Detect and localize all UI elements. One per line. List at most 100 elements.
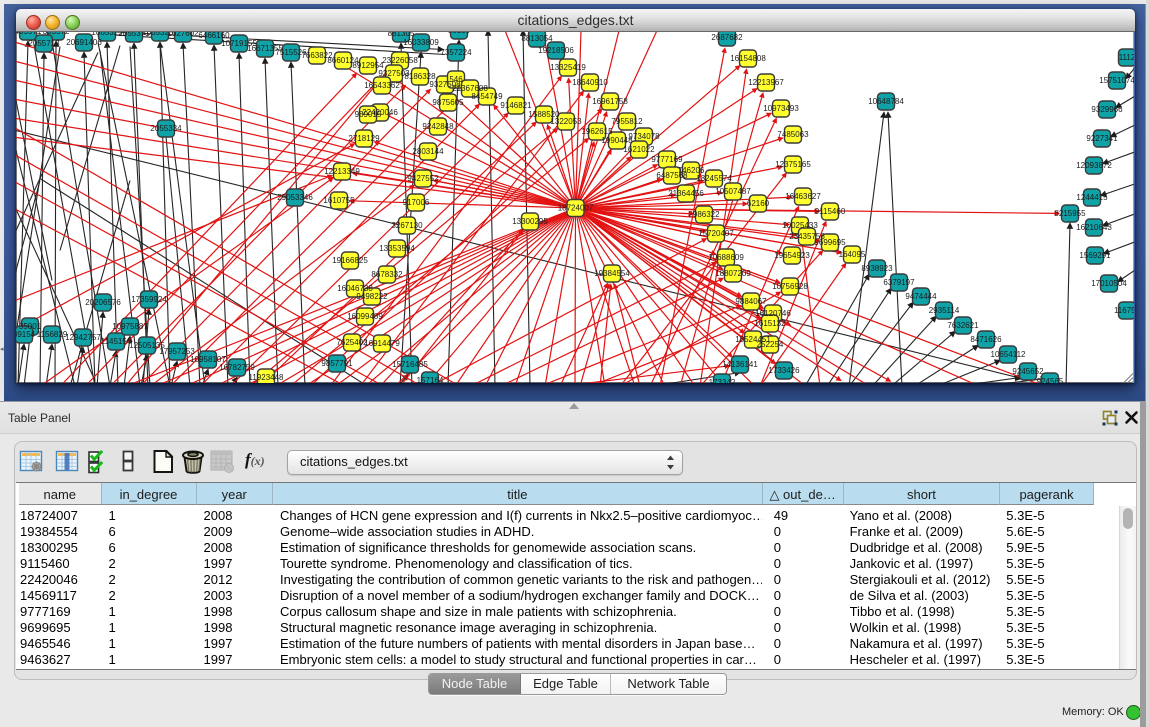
svg-text:1322053: 1322053 [550,117,582,126]
svg-text:21364456: 21364456 [668,189,704,198]
svg-text:1610755: 1610755 [323,196,355,205]
svg-text:16120746: 16120746 [755,309,791,318]
svg-text:7485063: 7485063 [777,130,809,139]
svg-text:917006: 917006 [403,198,430,207]
svg-text:10654112: 10654112 [991,350,1027,359]
svg-text:2935114: 2935114 [929,306,960,315]
svg-text:11923448: 11923448 [249,373,285,382]
svg-text:16154808: 16154808 [730,54,766,63]
svg-text:9884067: 9884067 [735,297,767,306]
svg-text:62160: 62160 [747,199,770,208]
svg-text:13353594: 13353594 [379,244,415,253]
svg-text:15720407: 15720407 [698,229,734,238]
svg-text:9857791: 9857791 [321,359,353,368]
svg-text:405571: 405571 [16,32,42,36]
svg-text:29053346: 29053346 [277,193,313,202]
svg-text:18724007: 18724007 [558,204,594,213]
svg-text:8454749: 8454749 [471,92,503,101]
svg-text:12942757: 12942757 [65,333,101,342]
svg-text:14136141: 14136141 [722,360,758,369]
svg-text:9427552: 9427552 [407,174,439,183]
svg-text:157164: 157164 [417,376,444,383]
svg-text:2055713: 2055713 [28,39,60,48]
svg-text:8813054: 8813054 [521,34,553,43]
svg-text:2687682: 2687682 [711,33,743,42]
svg-text:10507487: 10507487 [715,187,751,196]
svg-text:8215955: 8215955 [1054,209,1086,218]
svg-text:9498222: 9498222 [356,292,388,301]
svg-text:9227341: 9227341 [1086,134,1118,143]
svg-text:164095: 164095 [839,250,866,259]
svg-text:23226058: 23226058 [382,56,418,65]
svg-text:1527602: 1527602 [167,32,199,38]
svg-text:18245574: 18245574 [696,174,732,183]
svg-text:173342: 173342 [709,378,736,383]
svg-text:16961758: 16961758 [592,97,628,106]
svg-text:8678332: 8678332 [371,270,403,279]
svg-text:3267130: 3267130 [391,221,423,230]
svg-text:1145154: 1145154 [101,337,132,346]
svg-text:9734078: 9734078 [628,132,660,141]
svg-text:10756928: 10756928 [772,282,808,291]
svg-text:9777169: 9777169 [651,155,683,164]
svg-text:13300295: 13300295 [512,217,548,226]
svg-text:1962615: 1962615 [581,127,613,136]
svg-text:1621022: 1621022 [623,145,655,154]
svg-text:15716485: 15716485 [392,360,428,369]
svg-text:18807209: 18807209 [715,269,751,278]
svg-text:1156829: 1156829 [37,330,68,339]
svg-text:16782759: 16782759 [219,363,255,372]
svg-text:9146821: 9146821 [500,101,532,110]
svg-text:9115460: 9115460 [815,207,846,216]
svg-text:10648784: 10648784 [868,97,904,106]
svg-text:546: 546 [449,75,463,84]
svg-text:1244415: 1244415 [1076,193,1108,202]
svg-text:12213967: 12213967 [748,78,784,87]
svg-text:2718129: 2718129 [348,134,380,143]
svg-text:16543362: 16543362 [364,81,400,90]
svg-text:20691406: 20691406 [66,38,102,47]
svg-text:1112: 1112 [1119,53,1134,62]
svg-text:2803144: 2803144 [412,147,444,156]
svg-text:20206576: 20206576 [85,298,121,307]
svg-text:6487568: 6487568 [656,171,688,180]
svg-text:19166825: 19166825 [332,256,368,265]
svg-text:8471626: 8471626 [970,335,1002,344]
svg-text:12375165: 12375165 [775,160,811,169]
svg-text:19218506: 19218506 [538,46,574,55]
svg-text:6379197: 6379197 [883,278,915,287]
svg-text:39154: 39154 [16,330,36,339]
svg-text:15751074: 15751074 [1099,76,1134,85]
svg-text:1733426: 1733426 [768,366,800,375]
svg-text:10975887: 10975887 [112,322,148,331]
svg-text:12093872: 12093872 [1076,161,1112,170]
svg-text:10025433: 10025433 [782,221,818,230]
svg-text:1615132: 1615132 [754,319,786,328]
svg-text:989015: 989015 [355,110,382,119]
svg-text:9245652: 9245652 [1012,367,1044,376]
svg-text:18640910: 18640910 [572,78,608,87]
svg-text:10688609: 10688609 [708,253,744,262]
svg-text:17010504: 17010504 [1091,279,1127,288]
svg-text:1569291: 1569291 [1079,251,1111,260]
svg-text:9242848: 9242848 [422,122,454,131]
svg-text:12213349: 12213349 [324,167,360,176]
svg-text:16914479: 16914479 [364,339,400,348]
svg-text:2986322: 2986322 [688,210,720,219]
svg-text:7955812: 7955812 [611,117,643,126]
svg-text:9474444: 9474444 [905,292,937,301]
svg-text:16099489: 16099489 [347,312,383,321]
svg-text:9875605: 9875605 [432,98,464,107]
svg-text:17359924: 17359924 [131,295,167,304]
svg-text:924565: 924565 [1037,377,1064,383]
svg-text:16463627: 16463627 [785,192,821,201]
svg-text:88130: 88130 [448,32,471,35]
svg-text:19384554: 19384554 [594,269,630,278]
svg-text:116753: 116753 [1114,306,1134,315]
svg-text:13325419: 13325419 [550,63,586,72]
svg-text:19654923: 19654923 [774,251,810,260]
svg-text:10973493: 10973493 [763,104,799,113]
svg-text:252254: 252254 [757,340,784,349]
svg-text:8938923: 8938923 [861,264,893,273]
svg-text:2055334: 2055334 [150,124,182,133]
